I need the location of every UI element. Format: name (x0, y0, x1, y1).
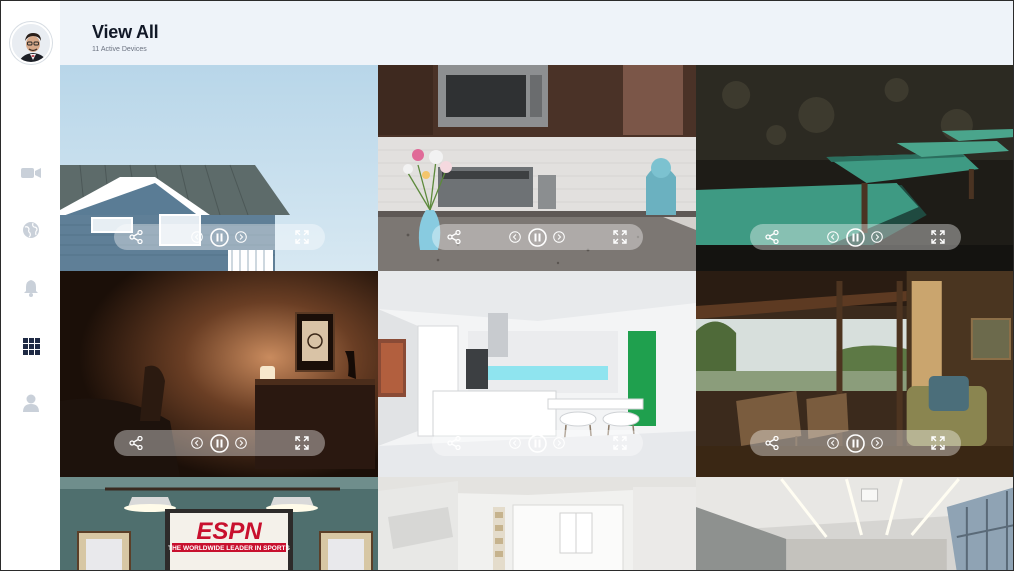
pause-icon (209, 227, 229, 247)
share-button[interactable] (127, 430, 145, 456)
share-button[interactable] (445, 224, 463, 250)
sidebar-item-alerts[interactable] (20, 277, 42, 299)
video-camera-icon (21, 168, 41, 178)
pause-icon (209, 433, 229, 453)
fullscreen-icon (295, 436, 309, 450)
playback-control-bar (432, 224, 643, 250)
sidebar (1, 1, 60, 570)
playback-control-bar (750, 430, 961, 456)
share-button[interactable] (763, 430, 781, 456)
fullscreen-icon (613, 436, 627, 450)
camera-feed-white-kitchen[interactable] (378, 477, 696, 570)
next-button[interactable] (870, 224, 884, 250)
camera-feed-modern-kitchen[interactable] (378, 271, 696, 477)
feed-image (378, 477, 696, 570)
fullscreen-button[interactable] (293, 430, 311, 456)
previous-button[interactable] (190, 430, 204, 456)
playback-control-bar (114, 430, 325, 456)
pause-button[interactable] (208, 430, 230, 456)
pause-icon (527, 433, 547, 453)
camera-feed-porch-lounge[interactable] (696, 271, 1013, 477)
previous-button[interactable] (826, 224, 840, 250)
device-count: 11 Active Devices (92, 46, 147, 53)
next-button[interactable] (234, 224, 248, 250)
fullscreen-button[interactable] (293, 224, 311, 250)
camera-feed-espn-sports-bar[interactable]: ESPN THE WORLDWIDE LEADER IN SPORTS (60, 477, 378, 570)
next-button[interactable] (234, 430, 248, 456)
chevron-right-icon (871, 231, 883, 243)
fullscreen-icon (295, 230, 309, 244)
chevron-left-icon (191, 231, 203, 243)
pause-button[interactable] (526, 430, 548, 456)
pause-icon (845, 433, 865, 453)
user-icon (23, 394, 39, 412)
next-button[interactable] (552, 430, 566, 456)
chevron-left-icon (827, 231, 839, 243)
camera-feed-billiards-room[interactable] (696, 65, 1013, 271)
sidebar-item-camera[interactable] (20, 162, 42, 184)
fullscreen-icon (931, 230, 945, 244)
app-frame: View All 11 Active Devices ESPN THE WORL… (0, 0, 1014, 571)
chevron-right-icon (553, 231, 565, 243)
fullscreen-button[interactable] (611, 430, 629, 456)
next-button[interactable] (870, 430, 884, 456)
share-button[interactable] (763, 224, 781, 250)
pause-button[interactable] (844, 224, 866, 250)
pause-button[interactable] (844, 430, 866, 456)
pause-button[interactable] (208, 224, 230, 250)
share-icon (765, 230, 779, 244)
grid-icon (22, 337, 40, 355)
previous-button[interactable] (508, 224, 522, 250)
chevron-right-icon (871, 437, 883, 449)
page-header: View All 11 Active Devices (60, 1, 1013, 65)
feed-image (696, 477, 1013, 570)
camera-feed-kitchen-counter[interactable] (378, 65, 696, 271)
avatar[interactable] (10, 22, 52, 64)
avatar-image (12, 24, 50, 62)
page-title: View All (92, 22, 159, 42)
chevron-right-icon (553, 437, 565, 449)
fullscreen-button[interactable] (611, 224, 629, 250)
feed-image: ESPN THE WORLDWIDE LEADER IN SPORTS (60, 477, 378, 570)
previous-button[interactable] (826, 430, 840, 456)
camera-feed-dim-bedroom[interactable] (60, 271, 378, 477)
svg-text:ESPN: ESPN (196, 518, 262, 545)
next-button[interactable] (552, 224, 566, 250)
share-button[interactable] (127, 224, 145, 250)
pause-icon (845, 227, 865, 247)
previous-button[interactable] (190, 224, 204, 250)
fullscreen-icon (613, 230, 627, 244)
pause-icon (527, 227, 547, 247)
chevron-left-icon (827, 437, 839, 449)
sidebar-item-grid[interactable] (20, 335, 42, 357)
globe-icon (23, 222, 39, 238)
fullscreen-button[interactable] (929, 224, 947, 250)
share-icon (447, 230, 461, 244)
chevron-left-icon (191, 437, 203, 449)
fullscreen-icon (931, 436, 945, 450)
sidebar-item-globe[interactable] (20, 219, 42, 241)
playback-control-bar (114, 224, 325, 250)
bell-icon (24, 280, 38, 297)
svg-text:THE WORLDWIDE LEADER IN SPORTS: THE WORLDWIDE LEADER IN SPORTS (168, 545, 290, 552)
chevron-left-icon (509, 231, 521, 243)
share-icon (129, 436, 143, 450)
chevron-right-icon (235, 437, 247, 449)
previous-button[interactable] (508, 430, 522, 456)
chevron-left-icon (509, 437, 521, 449)
sidebar-item-profile[interactable] (20, 392, 42, 414)
camera-feed-house-exterior[interactable] (60, 65, 378, 271)
share-button[interactable] (445, 430, 463, 456)
chevron-right-icon (235, 231, 247, 243)
pause-button[interactable] (526, 224, 548, 250)
camera-feed-office-ceiling[interactable] (696, 477, 1013, 570)
share-icon (129, 230, 143, 244)
playback-control-bar (750, 224, 961, 250)
share-icon (765, 436, 779, 450)
playback-control-bar (432, 430, 643, 456)
share-icon (447, 436, 461, 450)
camera-grid: ESPN THE WORLDWIDE LEADER IN SPORTS (60, 65, 1013, 570)
fullscreen-button[interactable] (929, 430, 947, 456)
